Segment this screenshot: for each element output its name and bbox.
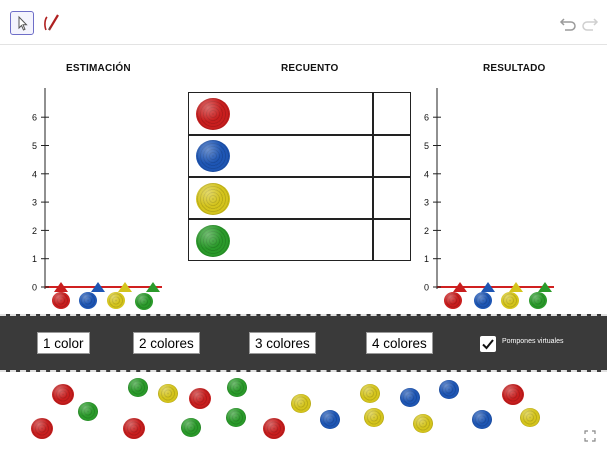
result-y-tick-label: 3 [424, 198, 429, 208]
pool-yellow-pompom[interactable] [520, 408, 540, 427]
two-colors-button[interactable]: 2 colores [133, 332, 200, 354]
pool-red-pompom[interactable] [123, 418, 145, 439]
pool-green-pompom[interactable] [78, 402, 98, 421]
tally-yellow-pompom [196, 183, 230, 215]
result-y-ticks: 0 1 2 3 4 5 6 [424, 113, 441, 293]
estimation-y-ticks: 0 1 2 3 4 5 6 [32, 113, 49, 293]
tally-row-divider [189, 218, 410, 220]
undo-icon[interactable] [558, 13, 578, 33]
estimation-y-tick-label: 6 [32, 113, 37, 123]
cursor-arrow-icon [18, 15, 28, 31]
pool-blue-pompom[interactable] [400, 388, 420, 407]
toolbar [0, 0, 607, 45]
four-colors-button[interactable]: 4 colores [366, 332, 433, 354]
pool-green-pompom[interactable] [181, 418, 201, 437]
estimation-blue-pompom [79, 292, 97, 309]
pool-green-pompom[interactable] [227, 378, 247, 397]
pool-blue-pompom[interactable] [439, 380, 459, 399]
result-yellow-pompom [501, 292, 519, 309]
estimation-title: ESTIMACIÓN [66, 63, 131, 74]
pool-yellow-pompom[interactable] [413, 414, 433, 433]
estimation-red-pompom [52, 292, 70, 309]
result-y-tick-label: 2 [424, 226, 429, 236]
result-red-pompom [444, 292, 462, 309]
tally-blue-pompom [196, 140, 230, 172]
pool-red-pompom[interactable] [189, 388, 211, 409]
virtual-pompoms-label: Pompones virtuales [502, 338, 564, 345]
result-blue-pompom [474, 292, 492, 309]
count-title: RECUENTO [281, 63, 339, 74]
select-tool-button[interactable] [10, 11, 34, 35]
pool-red-pompom[interactable] [52, 384, 74, 405]
fullscreen-icon[interactable] [584, 430, 596, 442]
result-title: RESULTADO [483, 63, 546, 74]
pool-blue-pompom[interactable] [472, 410, 492, 429]
control-bar: 1 color 2 colores 3 colores 4 colores Po… [0, 314, 607, 372]
estimation-y-tick-label: 0 [32, 283, 37, 293]
result-y-tick-label: 0 [424, 283, 429, 293]
pen-tool-button[interactable] [40, 11, 64, 35]
pool-green-pompom[interactable] [226, 408, 246, 427]
tally-row-divider [189, 134, 410, 136]
result-y-tick-label: 4 [424, 169, 429, 179]
pool-yellow-pompom[interactable] [360, 384, 380, 403]
estimation-y-tick-label: 5 [32, 141, 37, 151]
pompom-pool [0, 372, 607, 450]
checkmark-icon [482, 339, 494, 350]
tally-red-pompom [196, 98, 230, 130]
estimation-yellow-pompom [107, 292, 125, 309]
redo-icon[interactable] [580, 13, 600, 33]
result-graph: 0 1 2 3 4 5 6 [412, 86, 562, 316]
pool-blue-pompom[interactable] [320, 410, 340, 429]
estimation-green-pompom [135, 293, 153, 310]
pool-red-pompom[interactable] [263, 418, 285, 439]
estimation-graph: 0 1 2 3 4 5 6 [20, 86, 170, 316]
pool-yellow-pompom[interactable] [291, 394, 311, 413]
estimation-y-tick-label: 2 [32, 226, 37, 236]
pool-yellow-pompom[interactable] [364, 408, 384, 427]
pool-yellow-pompom[interactable] [158, 384, 178, 403]
pool-red-pompom[interactable] [31, 418, 53, 439]
result-y-tick-label: 5 [424, 141, 429, 151]
tally-row-divider [189, 176, 410, 178]
estimation-axes: 0 1 2 3 4 5 6 [32, 88, 162, 293]
estimation-y-tick-label: 4 [32, 169, 37, 179]
pool-red-pompom[interactable] [502, 384, 524, 405]
result-axes: 0 1 2 3 4 5 6 [424, 88, 554, 293]
pen-icon [44, 14, 59, 31]
tally-green-pompom [196, 225, 230, 257]
estimation-y-tick-label: 1 [32, 254, 37, 264]
result-y-tick-label: 6 [424, 113, 429, 123]
one-color-button[interactable]: 1 color [37, 332, 90, 354]
pool-green-pompom[interactable] [128, 378, 148, 397]
result-y-tick-label: 1 [424, 254, 429, 264]
three-colors-button[interactable]: 3 colores [249, 332, 316, 354]
estimation-y-tick-label: 3 [32, 198, 37, 208]
result-green-pompom [529, 292, 547, 309]
tally-table [188, 92, 411, 261]
virtual-pompoms-checkbox[interactable] [480, 336, 496, 352]
